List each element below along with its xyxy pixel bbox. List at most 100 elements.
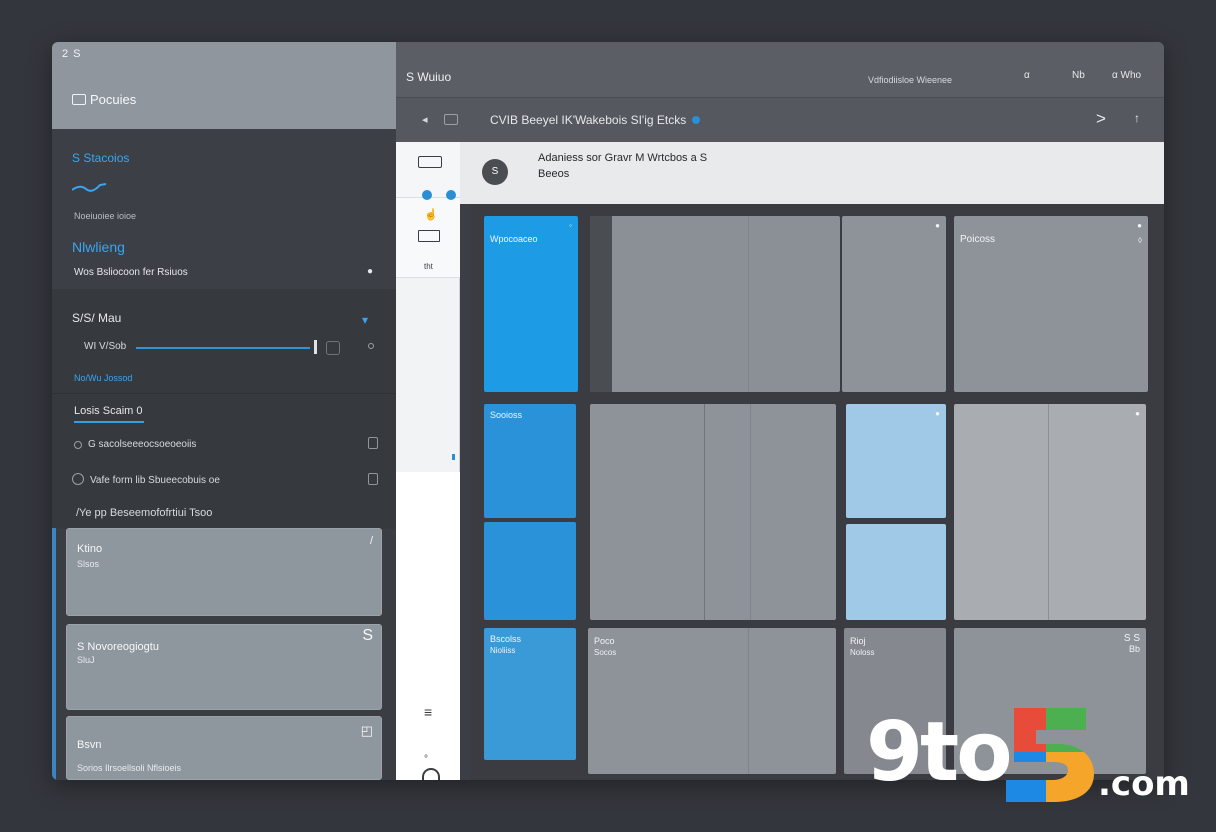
tile-label: Bscolss <box>490 634 522 644</box>
rail-lower <box>396 472 460 780</box>
progress-underline <box>74 421 144 423</box>
info-line-2: Beeos <box>538 168 570 180</box>
card-corner-icon[interactable]: S <box>362 627 373 645</box>
file-icon[interactable] <box>368 473 378 485</box>
nb-icon[interactable]: Nb <box>1072 70 1085 81</box>
hand-icon[interactable]: ☝ <box>424 208 438 221</box>
sidebar-header: 2 S Pocuies <box>52 42 396 129</box>
list-title: Losis Scaim 0 <box>74 405 143 417</box>
tile-corner-icon: ◊ <box>1138 236 1142 245</box>
arc-icon[interactable] <box>422 768 440 780</box>
blue-dot-icon[interactable] <box>446 190 456 200</box>
card-corner-icon[interactable]: / <box>370 535 373 547</box>
slider-handle[interactable] <box>314 340 317 354</box>
tile-divider <box>750 404 751 620</box>
tile-sublabel: Noloss <box>850 648 875 657</box>
file-icon[interactable] <box>368 437 378 449</box>
slider-track[interactable] <box>136 347 310 349</box>
tool-rail: ☝ tht ≡ ° <box>396 142 460 780</box>
tile-label: Poicoss <box>960 234 996 245</box>
watermark-suffix: .com <box>1098 764 1190 804</box>
sidebar-title: Pocuies <box>90 92 137 107</box>
blue-flag-icon[interactable]: ▾ <box>362 313 368 327</box>
path-breadcrumb[interactable]: CVIB Beeyel IK'Wakebois SI'ig Etcks <box>490 113 686 127</box>
tile[interactable] <box>846 524 946 620</box>
tile[interactable]: Bscolss Nioliiss <box>484 628 576 760</box>
tile-sublabel: Socos <box>594 648 617 657</box>
app-title: S Wuiuo <box>406 70 452 84</box>
sidebar-title-row[interactable]: Pocuies <box>72 92 136 107</box>
card-subtitle: Sorios Ilrsoellsoli Nflsioeis <box>77 763 182 773</box>
tile[interactable]: ● <box>954 404 1146 620</box>
tile[interactable]: Poicoss ● ◊ <box>954 216 1148 392</box>
tile[interactable]: Wpocoaceo ◦ <box>484 216 578 392</box>
tile-corner-icon: ● <box>1135 409 1140 418</box>
card-subtitle: Slsos <box>77 559 100 569</box>
sidebar: 2 S Pocuies S Stacoios Noeiuoiee ioioe N… <box>52 42 396 780</box>
list-item[interactable]: G sacolseeeocsoeoeoiis <box>88 439 196 450</box>
scroll-indicator[interactable] <box>452 454 455 460</box>
tile-corner-icon: ● <box>1137 221 1142 230</box>
sidebar-card[interactable]: Ktino Slsos / <box>66 528 382 616</box>
card-title: Ktino <box>77 543 103 555</box>
tile[interactable] <box>590 404 836 620</box>
tile-label: Sooioss <box>490 410 523 420</box>
pin-icon[interactable]: ° <box>424 754 428 765</box>
logo-5-icon <box>1006 708 1094 802</box>
tile-divider <box>704 404 705 620</box>
tile-sublabel: Nioliiss <box>490 646 516 655</box>
alpha-icon[interactable]: α <box>1024 70 1030 81</box>
section-heading-2[interactable]: Nlwlieng <box>72 239 125 255</box>
rail-number: tht <box>424 262 433 271</box>
list-item[interactable]: /Ye pp Beseemofofrtiui Tsoo <box>76 507 212 519</box>
tile-divider <box>1048 404 1049 620</box>
tile[interactable]: Sooioss <box>484 404 576 518</box>
tile-label: Poco <box>594 636 615 646</box>
slider-caption[interactable]: No/Wu Jossod <box>74 373 132 383</box>
tile[interactable] <box>484 522 576 620</box>
tile[interactable]: ● <box>846 404 946 518</box>
selection-accent <box>52 528 56 780</box>
tray-icon[interactable] <box>418 230 440 242</box>
wave-icon <box>72 183 106 192</box>
layers-icon[interactable]: ≡ <box>424 704 432 720</box>
blue-dot-icon[interactable] <box>422 190 432 200</box>
tile[interactable]: ● <box>842 216 946 392</box>
keyboard-icon[interactable] <box>418 156 442 168</box>
tile-divider <box>748 216 749 392</box>
section-heading[interactable]: S Stacoios <box>72 151 129 165</box>
tile-corner-icon: ◦ <box>569 221 572 230</box>
tile[interactable]: Poco Socos <box>588 628 836 774</box>
tile-corner-icon: ● <box>935 409 940 418</box>
card-corner-icon[interactable]: ◰ <box>361 723 373 739</box>
user-menu-icon[interactable]: α Who <box>1112 70 1141 81</box>
slider-section-title: S/S/ Mau <box>72 311 122 325</box>
window-icon[interactable] <box>444 114 458 125</box>
sidebar-section-2: S/S/ Mau ▾ WI V/Sob No/Wu Jossod Losis S… <box>52 289 396 529</box>
title-center-text: Vdfiodiisloe Wieenee <box>868 75 953 85</box>
section-line: Wos Bsliocoon fer Rsiuos <box>74 267 188 278</box>
chevron-right-icon[interactable]: > <box>1096 109 1106 129</box>
sidebar-card[interactable]: S Novoreogiogtu SluJ S <box>66 624 382 710</box>
avatar[interactable]: S <box>482 159 508 185</box>
watermark-text: 9to <box>866 705 1013 800</box>
list-item[interactable]: Vafe form lib Sbueecobuis oe <box>90 475 220 486</box>
app-window: 2 S Pocuies S Stacoios Noeiuoiee ioioe N… <box>52 42 1164 780</box>
speaker-icon[interactable]: ◂ <box>422 113 428 126</box>
upload-icon[interactable]: ↑ <box>1134 111 1140 125</box>
slider-end-box[interactable] <box>326 341 340 355</box>
tile-corner-label: S S <box>1123 633 1140 644</box>
tile[interactable] <box>590 216 840 392</box>
tile-label: Rioj <box>850 636 866 646</box>
watermark-logo: 9to .com <box>866 706 1196 806</box>
main-pane: S Wuiuo Vdfiodiisloe Wieenee α Nb α Who … <box>396 42 1164 780</box>
sync-dot-icon <box>692 116 700 124</box>
sidebar-card[interactable]: Bsvn Sorios Ilrsoellsoli Nflsioeis ◰ <box>66 716 382 780</box>
card-title: S Novoreogiogtu <box>77 641 159 653</box>
info-line-1: Adaniess sor Gravr M Wrtcbos a S <box>538 152 708 164</box>
status-dot-icon: ● <box>367 266 374 277</box>
tile-corner-sublabel: Bb <box>1128 644 1140 654</box>
tile-grid: Wpocoaceo ◦ ● Poicoss ● ◊ Sooioss ● ● Bs… <box>470 204 1164 780</box>
dot-icon <box>368 343 374 349</box>
sidebar-section-1: S Stacoios Noeiuoiee ioioe Nlwlieng Wos … <box>52 129 396 289</box>
